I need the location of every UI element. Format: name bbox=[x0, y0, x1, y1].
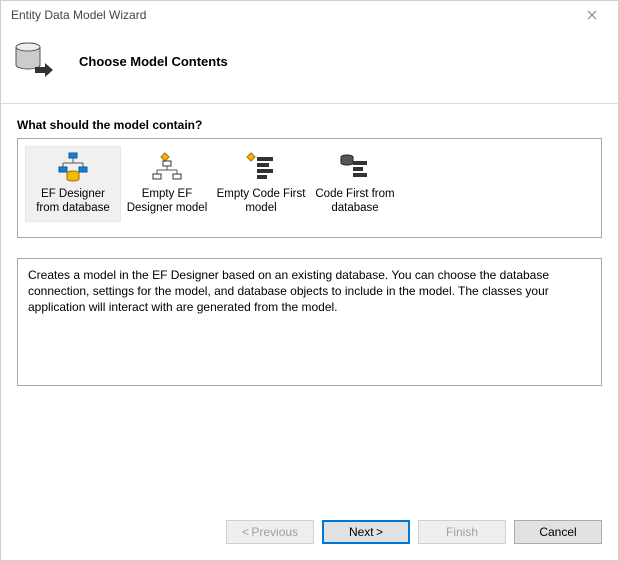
question-label: What should the model contain? bbox=[17, 118, 602, 132]
option-empty-code-first[interactable]: Empty Code First model bbox=[214, 147, 308, 221]
finish-button: Finish bbox=[418, 520, 506, 544]
option-label: Empty Code First model bbox=[216, 187, 306, 215]
footer: < Previous Next > Finish Cancel bbox=[1, 508, 618, 560]
close-icon bbox=[587, 7, 597, 23]
cancel-button[interactable]: Cancel bbox=[514, 520, 602, 544]
code-first-db-icon bbox=[339, 151, 371, 183]
option-code-first-from-db[interactable]: Code First from database bbox=[308, 147, 402, 221]
close-button[interactable] bbox=[572, 1, 612, 29]
description-box: Creates a model in the EF Designer based… bbox=[17, 258, 602, 386]
wizard-header: Choose Model Contents bbox=[1, 29, 618, 104]
option-empty-ef-designer[interactable]: Empty EF Designer model bbox=[120, 147, 214, 221]
header-title: Choose Model Contents bbox=[73, 54, 228, 69]
option-label: Empty EF Designer model bbox=[122, 187, 212, 215]
option-label: Code First from database bbox=[310, 187, 400, 215]
empty-ef-designer-icon bbox=[151, 151, 183, 183]
option-ef-designer-from-db[interactable]: EF Designer from database bbox=[26, 147, 120, 221]
empty-code-first-icon bbox=[245, 151, 277, 183]
ef-designer-db-icon bbox=[57, 151, 89, 183]
window-title: Entity Data Model Wizard bbox=[11, 8, 146, 22]
content-area: What should the model contain? bbox=[1, 104, 618, 508]
options-box: EF Designer from database Empty E bbox=[17, 138, 602, 238]
previous-button: < Previous bbox=[226, 520, 314, 544]
database-icon bbox=[13, 39, 55, 83]
next-button[interactable]: Next > bbox=[322, 520, 410, 544]
wizard-window: Entity Data Model Wizard Choose Model Co… bbox=[0, 0, 619, 561]
option-label: EF Designer from database bbox=[28, 187, 118, 215]
titlebar: Entity Data Model Wizard bbox=[1, 1, 618, 29]
